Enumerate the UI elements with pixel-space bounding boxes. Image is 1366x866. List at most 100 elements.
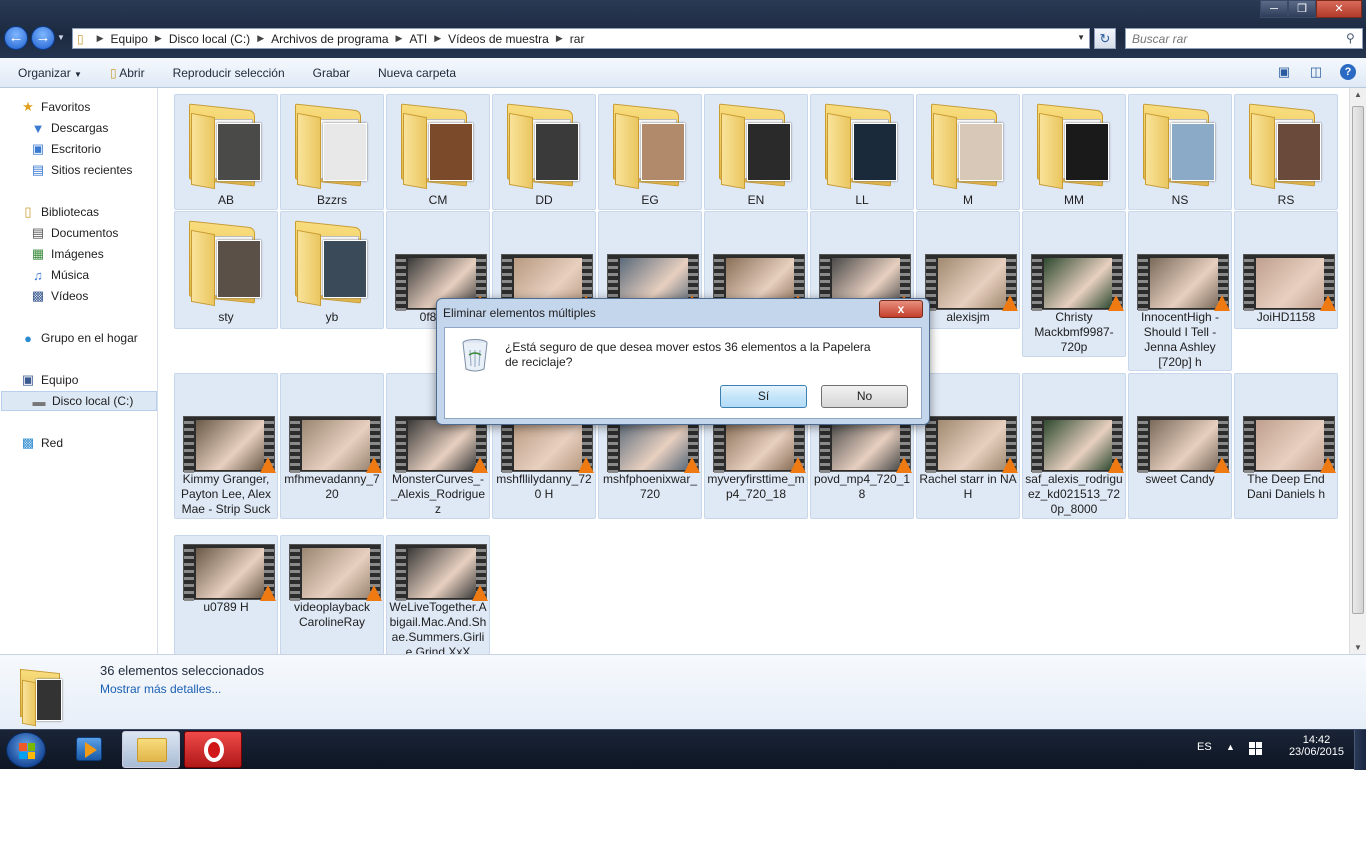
folder-item[interactable]: EG bbox=[598, 94, 702, 210]
video-file-item[interactable]: Christy Mackbmf9987-720p bbox=[1022, 211, 1126, 357]
scrollbar-thumb[interactable] bbox=[1352, 106, 1364, 614]
burn-button[interactable]: Grabar bbox=[299, 66, 364, 80]
sidebar-item-sitios-recientes[interactable]: ▤ Sitios recientes bbox=[30, 160, 133, 180]
vlc-cone-icon bbox=[684, 457, 700, 473]
play-selection-button[interactable]: Reproducir selección bbox=[159, 66, 299, 80]
show-hidden-icons-icon[interactable]: ▲ bbox=[1226, 742, 1235, 752]
breadcrumb-rar[interactable]: rar bbox=[570, 32, 585, 46]
folder-item[interactable]: MM bbox=[1022, 94, 1126, 210]
close-window-button[interactable]: ✕ bbox=[1316, 0, 1362, 18]
refresh-icon[interactable]: ↻ bbox=[1094, 28, 1116, 49]
search-input[interactable] bbox=[1125, 28, 1363, 49]
breadcrumb-disco-local[interactable]: Disco local (C:) bbox=[169, 32, 250, 46]
minimize-button[interactable]: ─ bbox=[1260, 0, 1288, 18]
chevron-right-icon[interactable]: ▶ bbox=[556, 33, 563, 44]
video-file-item[interactable]: JoiHD1158 bbox=[1234, 211, 1338, 329]
media-player-taskbar-button[interactable] bbox=[60, 731, 118, 768]
history-dropdown-icon[interactable]: ▼ bbox=[57, 33, 65, 42]
scroll-up-icon[interactable]: ▲ bbox=[1354, 90, 1362, 99]
chevron-right-icon[interactable]: ▶ bbox=[97, 33, 104, 44]
clock[interactable]: 14:42 23/06/2015 bbox=[1289, 734, 1344, 758]
breadcrumb-archivos-de-programa[interactable]: Archivos de programa bbox=[271, 32, 388, 46]
no-button[interactable]: No bbox=[821, 385, 908, 408]
organize-button[interactable]: Organizar ▼ bbox=[0, 66, 96, 80]
address-dropdown-icon[interactable]: ▼ bbox=[1077, 33, 1085, 42]
pictures-icon: ▦ bbox=[31, 246, 45, 261]
homegroup-icon: ● bbox=[24, 330, 32, 346]
search-icon[interactable]: ⚲ bbox=[1346, 31, 1355, 45]
vlc-cone-icon bbox=[1108, 457, 1124, 473]
yes-button[interactable]: Sí bbox=[720, 385, 807, 408]
folder-item[interactable]: DD bbox=[492, 94, 596, 210]
sidebar-item-grupo-en-el-hogar[interactable]: ● Grupo en el hogar bbox=[20, 328, 138, 348]
action-center-flag-icon[interactable] bbox=[1249, 742, 1262, 755]
video-file-item[interactable]: Kimmy Granger, Payton Lee, Alex Mae - St… bbox=[174, 373, 278, 519]
video-file-item[interactable]: Rachel starr in NA H bbox=[916, 373, 1020, 519]
show-more-details-link[interactable]: Mostrar más detalles... bbox=[100, 682, 221, 696]
folder-item[interactable]: yb bbox=[280, 211, 384, 329]
new-folder-button[interactable]: Nueva carpeta bbox=[364, 66, 470, 80]
address-bar[interactable]: ▯ ▶ Equipo ▶ Disco local (C:) ▶ Archivos… bbox=[72, 28, 1090, 49]
vertical-scrollbar[interactable]: ▲ ▼ bbox=[1349, 88, 1366, 654]
video-file-item[interactable]: sweet Candy bbox=[1128, 373, 1232, 519]
video-file-item[interactable]: u0789 H bbox=[174, 535, 278, 654]
help-icon[interactable]: ? bbox=[1340, 64, 1356, 80]
item-label: M bbox=[963, 193, 973, 207]
command-bar: Organizar ▼ ▯ Abrir Reproducir selección… bbox=[0, 58, 1366, 88]
breadcrumb-equipo[interactable]: Equipo bbox=[111, 32, 148, 46]
folder-item[interactable]: LL bbox=[810, 94, 914, 210]
chevron-right-icon[interactable]: ▶ bbox=[155, 33, 162, 44]
explorer-taskbar-button[interactable] bbox=[122, 731, 180, 768]
video-file-item[interactable]: alexisjm bbox=[916, 211, 1020, 329]
sidebar-item-favoritos[interactable]: ★ Favoritos bbox=[20, 97, 90, 117]
back-arrow-icon[interactable]: ← bbox=[4, 26, 28, 50]
sidebar-item-documentos[interactable]: ▤ Documentos bbox=[30, 223, 119, 243]
sidebar-item-disco-local[interactable]: ▬ Disco local (C:) bbox=[1, 391, 157, 411]
video-file-item[interactable]: The Deep End Dani Daniels h bbox=[1234, 373, 1338, 519]
sidebar-item-red[interactable]: ▩ Red bbox=[20, 433, 63, 453]
video-file-item[interactable]: InnocentHigh - Should I Tell - Jenna Ash… bbox=[1128, 211, 1232, 371]
chevron-right-icon[interactable]: ▶ bbox=[396, 33, 403, 44]
language-indicator[interactable]: ES bbox=[1197, 741, 1212, 753]
sidebar-item-descargas[interactable]: ▼ Descargas bbox=[30, 118, 109, 138]
sidebar-item-musica[interactable]: ♫ Música bbox=[30, 265, 89, 285]
folder-item[interactable]: AB bbox=[174, 94, 278, 210]
preview-pane-icon[interactable]: ◫ bbox=[1308, 64, 1324, 80]
folder-item[interactable]: RS bbox=[1234, 94, 1338, 210]
sidebar-item-equipo[interactable]: ▣ Equipo bbox=[20, 370, 79, 390]
forward-arrow-icon[interactable]: → bbox=[31, 26, 55, 50]
sidebar-item-label: Música bbox=[51, 268, 90, 282]
folder-item[interactable]: Bzzrs bbox=[280, 94, 384, 210]
folder-item[interactable]: sty bbox=[174, 211, 278, 329]
sidebar-item-bibliotecas[interactable]: ▯ Bibliotecas bbox=[20, 202, 99, 222]
show-desktop-button[interactable] bbox=[1354, 730, 1366, 770]
sidebar-item-imagenes[interactable]: ▦ Imágenes bbox=[30, 244, 104, 264]
start-button[interactable] bbox=[6, 732, 46, 768]
folder-item[interactable]: EN bbox=[704, 94, 808, 210]
chevron-right-icon[interactable]: ▶ bbox=[434, 33, 441, 44]
video-file-item[interactable]: videoplayback CarolineRay bbox=[280, 535, 384, 654]
sidebar-item-label: Sitios recientes bbox=[51, 163, 133, 177]
open-button[interactable]: ▯ Abrir bbox=[96, 66, 159, 80]
chevron-right-icon[interactable]: ▶ bbox=[257, 33, 264, 44]
view-options-icon[interactable]: ▣ bbox=[1276, 64, 1292, 80]
sidebar-item-label: Favoritos bbox=[41, 100, 91, 114]
dialog-close-button[interactable]: x bbox=[879, 300, 923, 318]
video-file-item[interactable]: saf_alexis_rodriguez_kd021513_720p_8000 bbox=[1022, 373, 1126, 519]
opera-taskbar-button[interactable] bbox=[184, 731, 242, 768]
sidebar-item-escritorio[interactable]: ▣ Escritorio bbox=[30, 139, 101, 159]
item-label: mfhmevadanny_720 bbox=[284, 472, 380, 501]
scroll-down-icon[interactable]: ▼ bbox=[1354, 643, 1362, 652]
breadcrumb-videos-de-muestra[interactable]: Vídeos de muestra bbox=[448, 32, 549, 46]
video-file-item[interactable]: WeLiveTogether.Abigail.Mac.And.Shae.Summ… bbox=[386, 535, 490, 654]
sidebar-item-videos[interactable]: ▩ Vídeos bbox=[30, 286, 89, 306]
folder-item[interactable]: NS bbox=[1128, 94, 1232, 210]
computer-icon: ▣ bbox=[21, 372, 35, 387]
music-icon: ♫ bbox=[33, 267, 43, 283]
vlc-cone-icon bbox=[366, 457, 382, 473]
maximize-button[interactable]: ❒ bbox=[1288, 0, 1316, 18]
folder-item[interactable]: CM bbox=[386, 94, 490, 210]
breadcrumb-ati[interactable]: ATI bbox=[409, 32, 427, 46]
folder-item[interactable]: M bbox=[916, 94, 1020, 210]
video-file-item[interactable]: mfhmevadanny_720 bbox=[280, 373, 384, 519]
